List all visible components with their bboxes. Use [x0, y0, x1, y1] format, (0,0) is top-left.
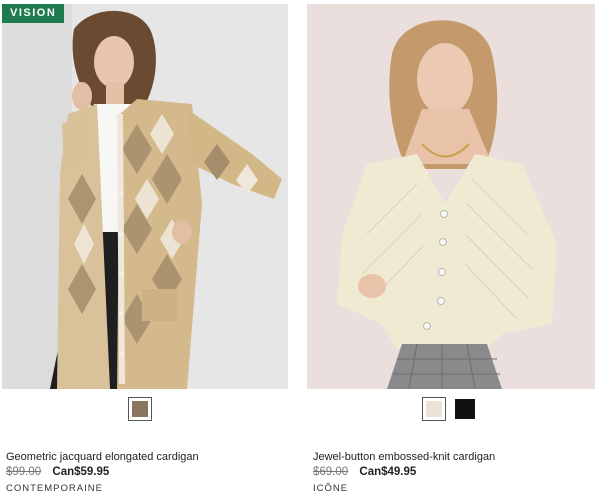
- swatch-fill: [132, 401, 148, 417]
- brand-label[interactable]: CONTEMPORAINE: [6, 483, 103, 494]
- sale-price: Can$59.95: [52, 466, 110, 478]
- model-photo-illustration: [2, 4, 288, 389]
- original-price: $99.00: [6, 466, 42, 478]
- price-block: $99.00 Can$59.95: [6, 466, 109, 478]
- product-image[interactable]: VISION: [2, 4, 288, 389]
- product-grid: VISION Geometric jacquard elongated card…: [0, 0, 600, 499]
- sale-price: Can$49.95: [359, 466, 417, 478]
- price-block: $69.00 Can$49.95: [313, 466, 416, 478]
- product-name[interactable]: Jewel-button embossed-knit cardigan: [313, 451, 495, 463]
- model-photo-illustration: [307, 4, 595, 389]
- brand-label[interactable]: ICÔNE: [313, 483, 348, 494]
- product-card-jewel-button-cardigan[interactable]: Jewel-button embossed-knit cardigan $69.…: [307, 4, 595, 494]
- color-swatches: [422, 397, 477, 423]
- product-image[interactable]: [307, 4, 595, 389]
- vision-badge: VISION: [2, 4, 65, 23]
- color-swatch[interactable]: [453, 397, 477, 421]
- original-price: $69.00: [313, 466, 349, 478]
- color-swatch-selected[interactable]: [422, 397, 446, 421]
- product-name[interactable]: Geometric jacquard elongated cardigan: [6, 451, 199, 463]
- product-card-geometric-cardigan[interactable]: VISION Geometric jacquard elongated card…: [2, 4, 288, 494]
- color-swatches: [128, 397, 152, 423]
- swatch-fill: [426, 401, 442, 417]
- swatch-fill: [455, 399, 475, 419]
- color-swatch-selected[interactable]: [128, 397, 152, 421]
